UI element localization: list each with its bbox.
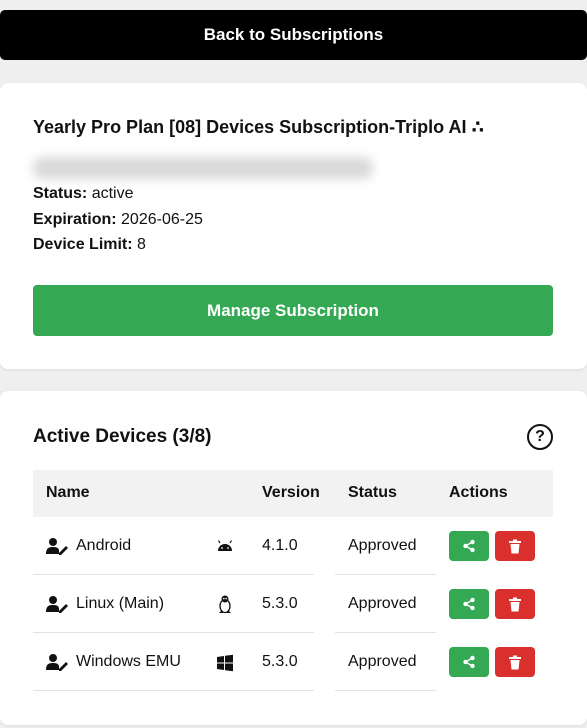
column-status: Status: [348, 484, 397, 501]
plan-title-suffix: ∴: [471, 117, 485, 137]
device-version: 5.3.0: [262, 653, 298, 670]
user-edit-icon: [46, 538, 68, 555]
status-value: active: [91, 185, 134, 202]
help-icon[interactable]: ?: [527, 424, 553, 450]
user-edit-icon: [46, 654, 68, 671]
windows-icon: [217, 654, 233, 672]
share-icon: [463, 539, 475, 553]
device-name: Windows EMU: [76, 653, 181, 670]
device-limit-line: Device Limit: 8: [33, 236, 146, 253]
status-line: Status: active: [33, 185, 134, 202]
blurred-identifier: [33, 157, 373, 179]
column-version: Version: [262, 484, 320, 501]
device-name: Android: [76, 537, 132, 554]
table-row: Windows EMU 5.3.0 Approved: [33, 633, 553, 691]
linux-icon: [219, 595, 231, 614]
plan-title: Yearly Pro Plan [08] Devices Subscriptio…: [33, 117, 485, 137]
device-status: Approved: [348, 595, 417, 612]
share-icon: [463, 655, 475, 669]
delete-button[interactable]: [495, 531, 535, 561]
user-edit-icon: [46, 596, 68, 613]
trash-icon: [509, 655, 521, 669]
column-actions: Actions: [449, 484, 508, 501]
share-icon: [463, 597, 475, 611]
expiration-value: 2026-06-25: [121, 211, 203, 228]
android-icon: [217, 540, 233, 551]
table-row: Linux (Main) 5.3.0 Approved: [33, 575, 553, 633]
expiration-line: Expiration: 2026-06-25: [33, 211, 203, 228]
delete-button[interactable]: [495, 589, 535, 619]
delete-button[interactable]: [495, 647, 535, 677]
back-to-subscriptions-button[interactable]: Back to Subscriptions: [0, 10, 587, 60]
trash-icon: [509, 597, 521, 611]
device-name: Linux (Main): [76, 595, 165, 612]
manage-subscription-button[interactable]: Manage Subscription: [33, 285, 553, 336]
device-limit-value: 8: [137, 236, 146, 253]
share-button[interactable]: [449, 647, 489, 677]
share-button[interactable]: [449, 531, 489, 561]
device-status: Approved: [348, 537, 417, 554]
device-status: Approved: [348, 653, 417, 670]
trash-icon: [509, 539, 521, 553]
active-devices-title: Active Devices (3/8): [33, 426, 212, 447]
device-version: 4.1.0: [262, 537, 298, 554]
share-button[interactable]: [449, 589, 489, 619]
table-row: Android 4.1.0 Approved: [33, 517, 553, 575]
devices-table-header: Name Version Status Actions: [33, 470, 553, 517]
column-name: Name: [46, 484, 90, 501]
device-version: 5.3.0: [262, 595, 298, 612]
